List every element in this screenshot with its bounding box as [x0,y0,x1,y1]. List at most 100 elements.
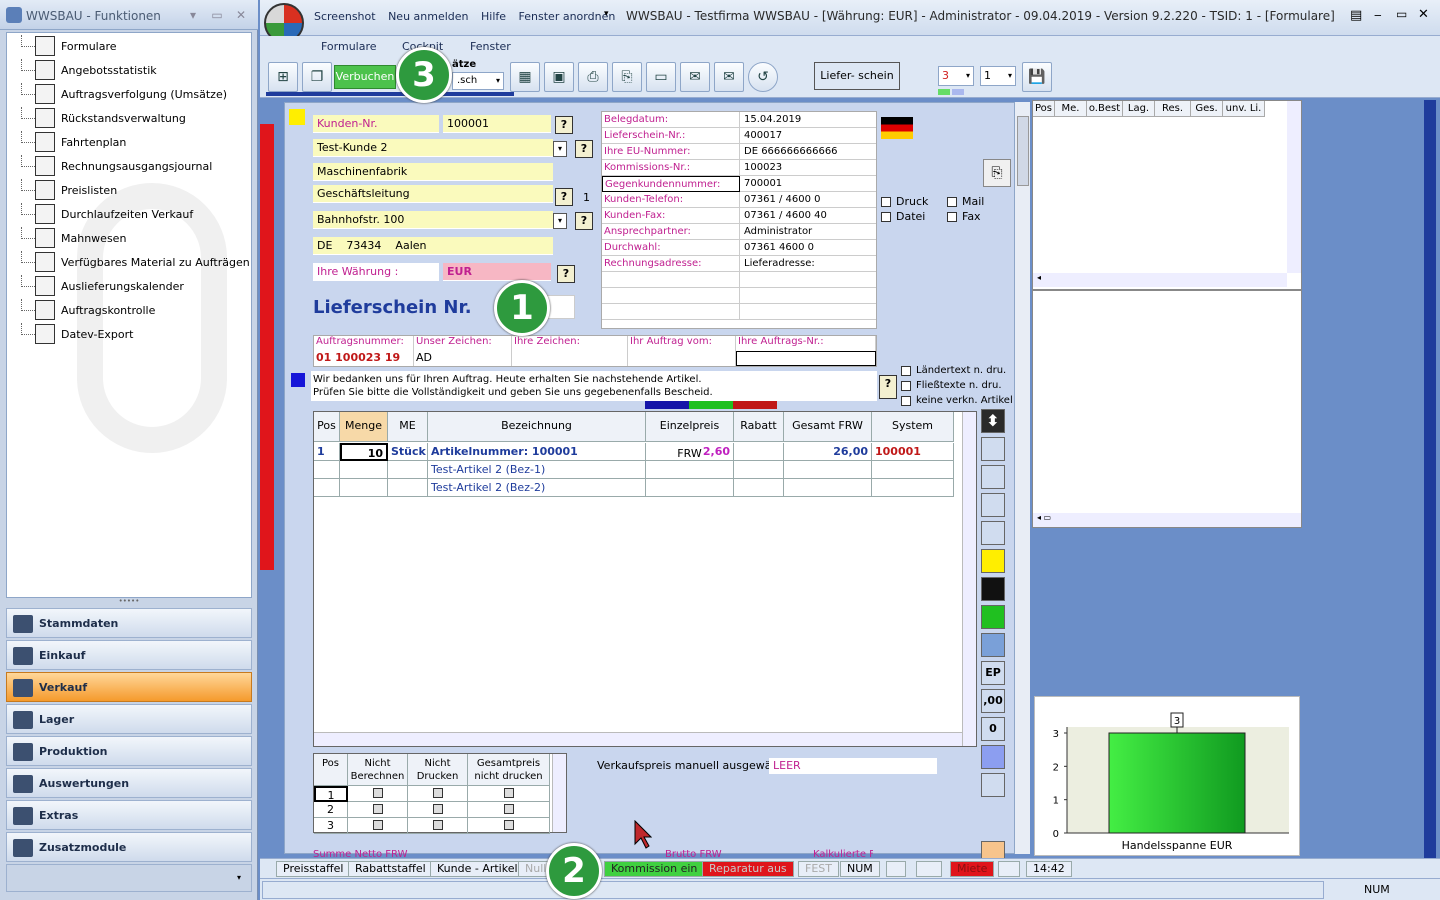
lieferschein-button[interactable]: Liefer- schein [814,62,900,90]
detail-panel-hscroll[interactable]: ◂ ▭ [1033,513,1301,527]
address-lookup-icon[interactable]: ? [575,212,593,230]
arrows-up-down-icon[interactable]: ⬍ [981,409,1005,433]
printer-icon[interactable]: ▤ [1350,8,1362,23]
green-color-icon[interactable] [981,605,1005,629]
menu-fenster[interactable]: Fenster [470,40,511,53]
customer-name2-field[interactable]: Maschinenfabrik [313,163,553,181]
tree-item[interactable]: Durchlaufzeiten Verkauf [7,203,251,227]
option-fliesstexte[interactable]: Fließtexte n. dru. [901,380,1002,391]
grid-header[interactable]: Bezeichnung [428,412,646,442]
maximize-icon[interactable]: ▭ [1396,7,1407,21]
print-icon[interactable]: ⎙ [578,62,608,92]
kunden-nr-field[interactable]: 100001 [443,115,551,133]
mail-checkbox[interactable] [947,196,957,207]
printer-tray-spinner[interactable]: 1 ▾ [980,66,1016,86]
subgrid-checkbox[interactable] [372,804,383,814]
tree-item[interactable]: Rechnungsausgangsjournal [7,155,251,179]
email-icon[interactable]: ✉ [680,62,710,92]
customer-lookup-icon[interactable]: ? [575,140,593,158]
stock-grid-header-cell[interactable]: Lag. [1123,101,1155,117]
flag-status-icon[interactable] [916,861,942,877]
druck-checkbox[interactable] [881,196,891,207]
reparatur-status[interactable]: Reparatur aus [702,861,794,877]
grid-cell[interactable] [872,479,954,497]
grid-vscroll[interactable] [962,412,976,746]
grid-header[interactable]: Gesamt FRW [784,412,872,442]
miete-status[interactable]: Miete [950,861,995,877]
num-status[interactable]: NUM [840,861,880,877]
subgrid-checkbox[interactable] [372,788,383,798]
order-value[interactable] [512,351,628,366]
stock-grid-header-cell[interactable]: Ges. [1191,101,1223,117]
kunde-artikel-status[interactable]: Kunde - Artikel [430,861,525,877]
subgrid-checkbox[interactable] [503,804,514,814]
back-icon[interactable]: ↺ [748,62,778,92]
merge-row-icon[interactable] [981,493,1005,517]
grid-cell[interactable] [314,461,340,479]
grid-cell[interactable] [784,479,872,497]
order-value[interactable]: AD [414,351,512,366]
tree-item[interactable]: Verfügbares Material zu Aufträgen [7,251,251,275]
insert-row-icon[interactable] [981,437,1005,461]
laendertext-checkbox[interactable] [901,365,911,376]
grid-cell[interactable]: Stück [388,443,428,461]
split-row-icon[interactable] [981,465,1005,489]
grid-cell[interactable] [388,461,428,479]
subgrid-header[interactable]: Gesamtpreis nicht drucken [468,754,550,786]
blank-icon[interactable] [981,773,1005,797]
calculator-icon[interactable]: ▦ [510,62,540,92]
print-preview-icon[interactable]: ⎘ [612,62,642,92]
nav-einkauf[interactable]: Einkauf [6,640,252,670]
tree-item[interactable]: Angebotsstatistik [7,59,251,83]
splitter-handle[interactable]: ••••• [6,598,252,606]
grid-cell[interactable]: 10 [340,443,388,461]
grid-cell[interactable] [314,479,340,497]
order-value[interactable]: 01 100023 19 [314,351,414,366]
info-value[interactable]: 07361 / 4600 40 [742,208,876,224]
currency-lookup-icon[interactable]: ? [557,265,575,283]
grid-cell[interactable] [784,461,872,479]
grid-header[interactable]: System [872,412,954,442]
close-icon[interactable]: ✕ [234,8,248,22]
minimize-icon[interactable]: ▾ [186,8,200,22]
grid-header[interactable]: Pos [314,412,340,442]
currency-field[interactable]: EUR [443,263,551,281]
option-datei[interactable]: Datei [881,210,925,223]
document-export-icon[interactable]: ⎘ [983,159,1011,187]
fax-checkbox[interactable] [947,211,957,222]
german-flag-icon[interactable] [881,117,913,139]
chevron-down-icon[interactable]: ▾ [553,213,567,229]
subgrid-checkbox[interactable] [432,804,443,814]
black-color-icon[interactable] [981,577,1005,601]
keine-verkn-checkbox[interactable] [901,395,911,406]
stock-grid-header-cell[interactable]: Res. [1155,101,1191,117]
tree-item[interactable]: Rückstandsverwaltung [7,107,251,131]
grid-header[interactable]: Rabatt [734,412,784,442]
lavender-color-icon[interactable] [981,745,1005,769]
grid-header[interactable]: Einzelpreis FRW [646,412,734,460]
option-druck[interactable]: Druck [881,195,928,208]
subgrid-checkbox[interactable] [432,820,443,830]
decimal-button[interactable]: ,00 [981,689,1005,713]
stock-grid-header-cell[interactable]: Pos [1033,101,1055,117]
grid-hscroll[interactable] [314,732,962,746]
option-keine-verkn[interactable]: keine verkn. Artikel [901,395,1013,406]
grid-cell[interactable] [646,479,734,497]
country-field[interactable]: DE [317,239,332,252]
email-send-icon[interactable]: ✉ [714,62,744,92]
subgrid-header[interactable]: Nicht Drucken [408,754,468,786]
grid-header[interactable]: ME [388,412,428,442]
contact-lookup-icon[interactable]: ? [555,188,573,206]
info-value[interactable]: 15.04.2019 [742,112,876,128]
grid-cell[interactable]: 26,00 [784,443,872,461]
rabattstaffel-status[interactable]: Rabattstaffel [348,861,433,877]
subgrid-pos[interactable]: 1 [314,786,348,802]
customer-name3-field[interactable]: Geschäftsleitung [313,185,553,203]
nav-overflow-button[interactable]: ▾ [6,864,252,892]
customer-name1-field[interactable]: Test-Kunde 2 [313,139,553,157]
help-link[interactable]: Hilfe [481,10,506,23]
subgrid-vscroll[interactable] [552,754,566,832]
subgrid-checkbox[interactable] [372,820,383,830]
stock-grid-header-cell[interactable]: Me. [1055,101,1087,117]
document-status-icon[interactable] [998,861,1020,877]
